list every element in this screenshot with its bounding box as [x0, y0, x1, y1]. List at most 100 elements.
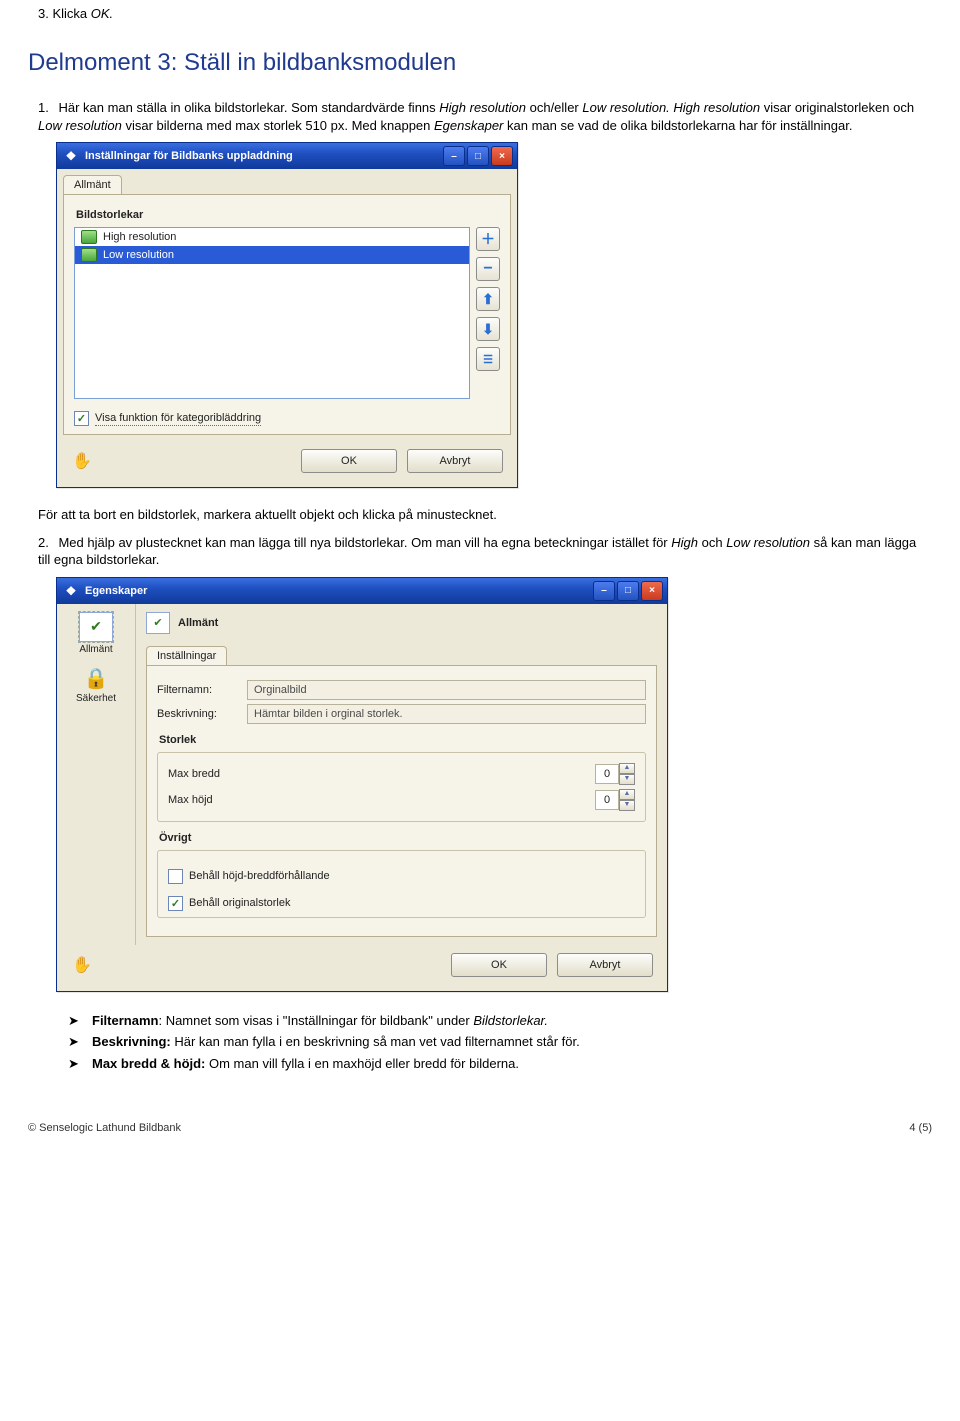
beskrivning-label: Beskrivning: — [157, 708, 239, 720]
filternamn-label: Filternamn: — [157, 684, 239, 696]
side-item-allmant[interactable]: ✔ Allmänt — [61, 612, 131, 655]
maximize-button[interactable]: □ — [467, 146, 489, 166]
ok-button[interactable]: OK — [451, 953, 547, 977]
close-button[interactable]: × — [641, 581, 663, 601]
properties-window: ❖ Egenskaper – □ × ✔ Allmänt 🔒 Säkerhet … — [56, 577, 668, 992]
window-body: ✔ Allmänt 🔒 Säkerhet ✔ Allmänt Inställni… — [57, 604, 667, 945]
paragraph-2: 2. Med hjälp av plustecknet kan man lägg… — [28, 534, 932, 569]
add-button[interactable]: ＋ — [476, 227, 500, 251]
checkbox-keep-ratio[interactable]: Behåll höjd-breddförhållande — [168, 869, 635, 884]
checkbox-keep-original[interactable]: ✓ Behåll originalstorlek — [168, 896, 635, 911]
step-3-ok: OK. — [91, 6, 113, 21]
properties-button[interactable]: ☰ — [476, 347, 500, 371]
app-icon: ❖ — [63, 583, 79, 599]
checkbox-label: Visa funktion för kategoribläddring — [95, 412, 261, 426]
filternamn-input[interactable]: Orginalbild — [247, 680, 646, 700]
list-item-label: High resolution — [103, 231, 176, 243]
side-label: Säkerhet — [61, 693, 131, 704]
arrow-icon: ➤ — [68, 1033, 82, 1051]
tab-bar: Allmänt — [57, 169, 517, 194]
spinner-value[interactable]: 0 — [595, 764, 619, 784]
list-item[interactable]: Low resolution — [75, 246, 469, 264]
para1-i1: High resolution — [439, 100, 526, 115]
group-ovrigt: Övrigt — [159, 832, 646, 844]
hand-icon: ✋ — [71, 450, 93, 472]
group-bildstorlekar: Bildstorlekar — [76, 209, 500, 221]
check-icon: ✔ — [79, 612, 113, 642]
close-button[interactable]: × — [491, 146, 513, 166]
ok-button[interactable]: OK — [301, 449, 397, 473]
side-pane: ✔ Allmänt 🔒 Säkerhet — [57, 604, 136, 945]
move-up-button[interactable]: ⬆ — [476, 287, 500, 311]
checkbox-row[interactable]: ✓ Visa funktion för kategoribläddring — [74, 411, 500, 426]
bullet-list: ➤ Filternamn: Namnet som visas i "Instäl… — [68, 1012, 932, 1073]
spinner-down-icon[interactable]: ▼ — [619, 800, 635, 811]
remove-button[interactable]: − — [476, 257, 500, 281]
hand-icon: ✋ — [71, 954, 93, 976]
image-icon — [81, 248, 97, 262]
para1-i4: Egenskaper — [434, 118, 503, 133]
titlebar[interactable]: ❖ Egenskaper – □ × — [57, 578, 667, 604]
list-item[interactable]: High resolution — [75, 228, 469, 246]
para1-t2: och/eller — [530, 100, 583, 115]
maximize-button[interactable]: □ — [617, 581, 639, 601]
image-icon — [81, 230, 97, 244]
para1-i3: Low resolution — [38, 118, 122, 133]
side-item-sakerhet[interactable]: 🔒 Säkerhet — [61, 667, 131, 704]
para1-t1: Här kan man ställa in olika bildstorleka… — [58, 100, 439, 115]
section-heading: Delmoment 3: Ställ in bildbanksmodulen — [28, 49, 932, 77]
spinner-down-icon[interactable]: ▼ — [619, 774, 635, 785]
list-item-label: Low resolution — [103, 249, 174, 261]
checkbox-icon[interactable]: ✓ — [74, 411, 89, 426]
para2-i1: High — [671, 535, 698, 550]
para2-num: 2. — [38, 535, 49, 550]
checkbox-label: Behåll originalstorlek — [189, 897, 291, 909]
paragraph-1: 1. Här kan man ställa in olika bildstorl… — [28, 99, 932, 134]
bullet-item: ➤ Beskrivning: Här kan man fylla i en be… — [68, 1033, 932, 1051]
max-bredd-spinner[interactable]: 0 ▲ ▼ — [595, 763, 635, 785]
group-storlek: Storlek — [159, 734, 646, 746]
para2-i2: Low resolution — [726, 535, 810, 550]
step-3: 3. Klicka OK. — [28, 6, 932, 21]
checkbox-icon[interactable] — [168, 869, 183, 884]
spinner-value[interactable]: 0 — [595, 790, 619, 810]
bullet-italic: Bildstorlekar. — [473, 1013, 548, 1028]
page-footer: © Senselogic Lathund Bildbank 4 (5) — [28, 1122, 932, 1134]
tab-allmant[interactable]: Allmänt — [63, 175, 122, 194]
para1-t4: visar bilderna med max storlek 510 px. M… — [125, 118, 434, 133]
side-label: Allmänt — [61, 644, 131, 655]
cancel-button[interactable]: Avbryt — [557, 953, 653, 977]
settings-window: ❖ Inställningar för Bildbanks uppladdnin… — [56, 142, 518, 488]
checkbox-icon[interactable]: ✓ — [168, 896, 183, 911]
max-hojd-label: Max höjd — [168, 794, 213, 806]
mid-paragraph: För att ta bort en bildstorlek, markera … — [28, 506, 932, 524]
step-3-prefix: 3. Klicka — [38, 6, 91, 21]
size-listbox[interactable]: High resolution Low resolution — [74, 227, 470, 399]
max-bredd-label: Max bredd — [168, 768, 220, 780]
titlebar[interactable]: ❖ Inställningar för Bildbanks uppladdnin… — [57, 143, 517, 169]
para2-t2: och — [702, 535, 727, 550]
window-title: Inställningar för Bildbanks uppladdning — [85, 150, 443, 162]
checkbox-label: Behåll höjd-breddförhållande — [189, 870, 330, 882]
arrow-icon: ➤ — [68, 1012, 82, 1030]
bullet-text: : Namnet som visas i "Inställningar för … — [158, 1013, 473, 1028]
lock-icon: 🔒 — [82, 667, 110, 691]
spinner-up-icon[interactable]: ▲ — [619, 763, 635, 774]
spinner-up-icon[interactable]: ▲ — [619, 789, 635, 800]
bullet-item: ➤ Filternamn: Namnet som visas i "Instäl… — [68, 1012, 932, 1030]
footer-right: 4 (5) — [909, 1122, 932, 1134]
para2-t1: Med hjälp av plustecknet kan man lägga t… — [58, 535, 671, 550]
para1-t3: visar originalstorleken och — [764, 100, 914, 115]
window-title: Egenskaper — [85, 585, 593, 597]
para1-i2: Low resolution. High resolution — [582, 100, 760, 115]
check-icon: ✔ — [146, 612, 170, 634]
max-hojd-spinner[interactable]: 0 ▲ ▼ — [595, 789, 635, 811]
beskrivning-input[interactable]: Hämtar bilden i orginal storlek. — [247, 704, 646, 724]
minimize-button[interactable]: – — [593, 581, 615, 601]
pane-header: Allmänt — [178, 617, 218, 629]
move-down-button[interactable]: ⬇ — [476, 317, 500, 341]
bullet-bold: Filternamn — [92, 1013, 158, 1028]
cancel-button[interactable]: Avbryt — [407, 449, 503, 473]
tab-installningar[interactable]: Inställningar — [146, 646, 227, 665]
minimize-button[interactable]: – — [443, 146, 465, 166]
